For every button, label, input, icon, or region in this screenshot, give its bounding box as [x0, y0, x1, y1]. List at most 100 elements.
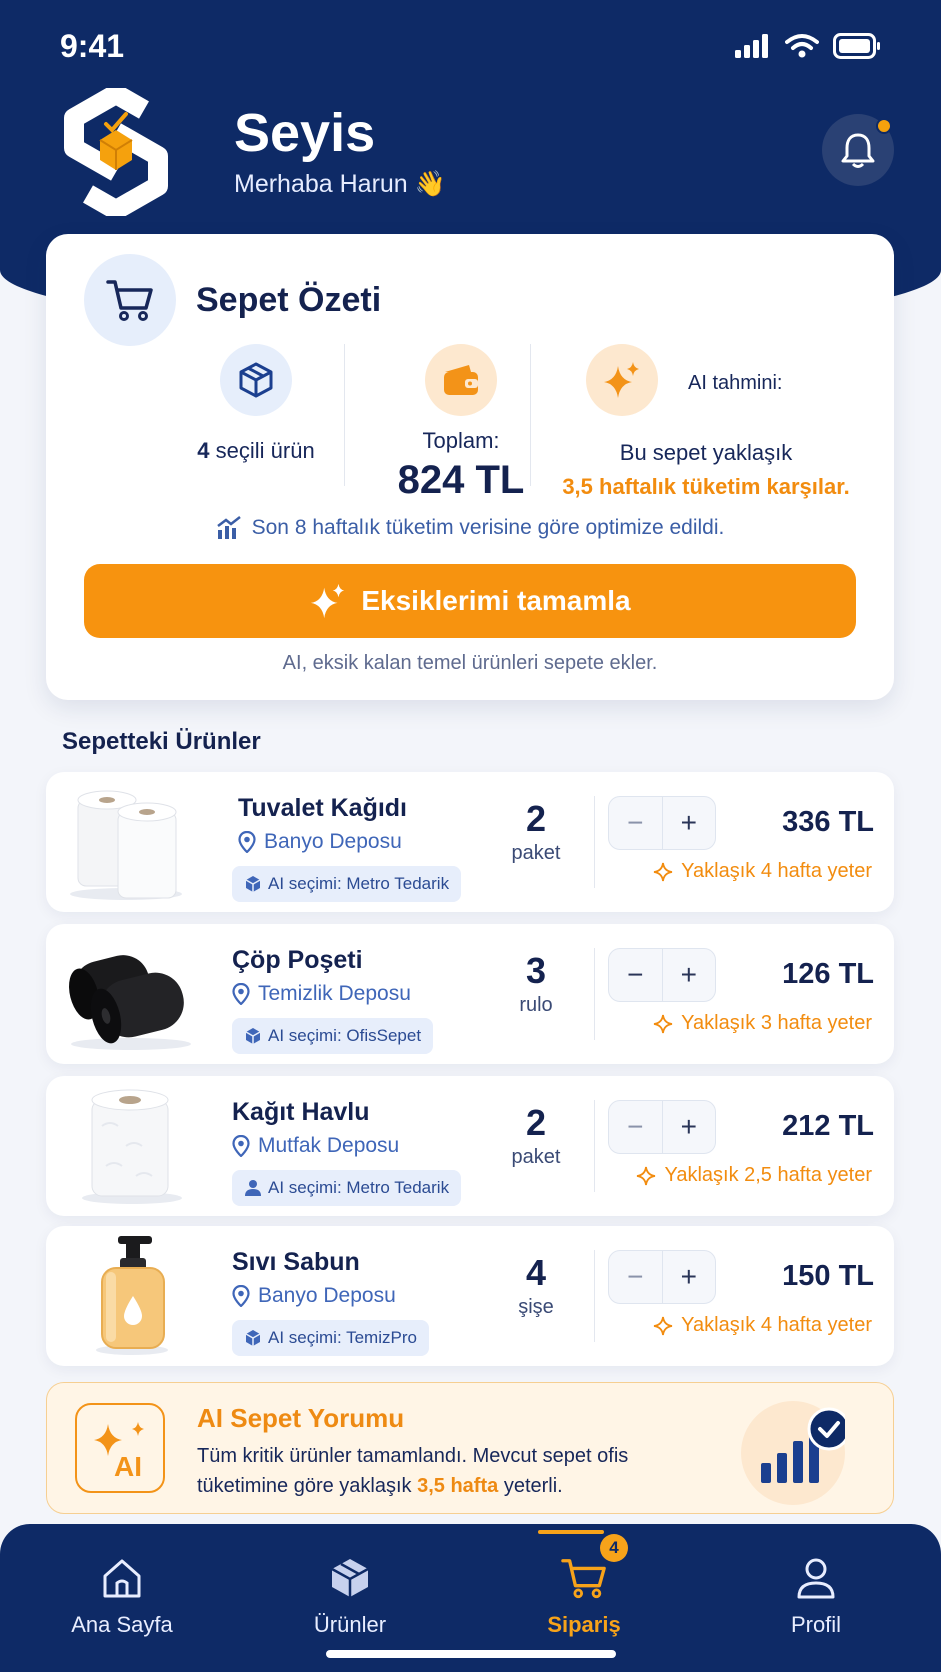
status-bar: 9:41: [60, 26, 881, 66]
box-icon: [245, 876, 261, 892]
ai-comment-text: Tüm kritik ürünler tamamlandı. Mevcut se…: [197, 1441, 697, 1501]
decrease-button[interactable]: −: [609, 1101, 663, 1153]
quantity-value: 3: [525, 950, 547, 991]
optimization-text: Son 8 haftalık tüketim verisine göre opt…: [251, 516, 725, 539]
item-eta: Yaklaşık 4 hafta yeter: [653, 1314, 872, 1337]
sparkle-icon: [654, 1316, 673, 1335]
product-name: Tuvalet Kağıdı: [238, 794, 408, 822]
decrease-button[interactable]: −: [609, 797, 663, 849]
item-eta-text: Yaklaşık 2,5 hafta yeter: [664, 1164, 872, 1186]
sparkle-icon: [311, 583, 345, 619]
quantity-value: 4: [525, 1252, 547, 1293]
product-location-text: Banyo Deposu: [264, 830, 402, 853]
item-price: 212 TL: [782, 1110, 874, 1142]
divider: [594, 948, 595, 1040]
app-logo-icon: [56, 84, 176, 220]
ai-estimate-line2: 3,5 haftalık tüketim karşılar.: [562, 474, 850, 499]
tab-profile[interactable]: Profil: [726, 1544, 906, 1638]
summary-title: Sepet Özeti: [196, 280, 382, 319]
cart-item: Tuvalet Kağıdı Banyo Deposu AI seçimi: M…: [46, 772, 894, 912]
svg-text:AI: AI: [114, 1451, 142, 1480]
brand: Seyis Merhaba Harun 👋: [56, 84, 446, 220]
tab-label: Sipariş: [547, 1612, 621, 1637]
ai-sparkle-icon: AI: [75, 1403, 165, 1493]
notifications-button[interactable]: [822, 114, 894, 186]
increase-button[interactable]: +: [663, 797, 716, 849]
quantity-unit: şişe: [518, 1296, 554, 1318]
user-icon: [245, 1180, 261, 1196]
tab-label: Ürünler: [313, 1612, 387, 1637]
tab-products[interactable]: Ürünler: [260, 1544, 440, 1638]
liquid-soap-image: [66, 1236, 196, 1356]
item-eta: Yaklaşık 2,5 hafta yeter: [636, 1164, 872, 1187]
active-tab-indicator: [538, 1530, 604, 1534]
item-price: 336 TL: [782, 806, 874, 838]
sparkle-icon: [586, 344, 658, 416]
quantity: 3 rulo: [486, 950, 586, 1017]
quantity: 2 paket: [486, 1102, 586, 1169]
quantity-value: 2: [525, 1102, 547, 1143]
divider: [594, 796, 595, 888]
location-pin-icon: [232, 983, 250, 1005]
ai-choice-text: AI seçimi: TemizPro: [268, 1328, 417, 1347]
bell-icon: [841, 133, 875, 168]
location-pin-icon: [238, 831, 256, 853]
toilet-paper-image: [66, 782, 196, 902]
location-pin-icon: [232, 1135, 250, 1157]
tab-label: Ana Sayfa: [71, 1612, 173, 1637]
tab-orders[interactable]: 4 Sipariş: [494, 1534, 674, 1638]
sparkle-icon: [654, 862, 673, 881]
ai-choice-badge: AI seçimi: TemizPro: [232, 1320, 429, 1356]
ai-comment-text-part2: yeterli.: [498, 1475, 563, 1497]
sparkle-icon: [654, 1014, 673, 1033]
status-icons: [735, 33, 881, 59]
ai-comment-highlight: 3,5 hafta: [417, 1475, 499, 1497]
ai-choice-badge: AI seçimi: Metro Tedarik: [232, 866, 462, 902]
selected-label: seçili ürün: [215, 438, 315, 463]
chart-icon: [216, 516, 241, 539]
cart-summary-card: Sepet Özeti 4 seçili ürün Toplam: 824 TL…: [46, 234, 894, 700]
item-eta-text: Yaklaşık 3 hafta yeter: [681, 1012, 872, 1034]
user-icon: [797, 1558, 835, 1599]
divider: [594, 1100, 595, 1192]
cart-count-badge: 4: [600, 1534, 628, 1562]
quantity: 4 şişe: [486, 1252, 586, 1319]
greeting: Merhaba Harun 👋: [234, 169, 446, 198]
quantity-stepper: − +: [608, 796, 716, 850]
ai-estimate-line1: Bu sepet yaklaşık: [619, 440, 793, 465]
decrease-button[interactable]: −: [609, 949, 663, 1001]
product-location-text: Mutfak Deposu: [258, 1134, 400, 1157]
increase-button[interactable]: +: [663, 1251, 716, 1303]
increase-button[interactable]: +: [663, 1101, 716, 1153]
complete-missing-button[interactable]: Eksiklerimi tamamla: [84, 564, 856, 638]
home-icon: [103, 1559, 141, 1598]
product-location: Banyo Deposu: [232, 1284, 396, 1308]
ai-estimate-label: AI tahmini:: [688, 372, 783, 394]
product-location-text: Temizlik Deposu: [258, 982, 411, 1005]
divider: [594, 1250, 595, 1342]
ai-cart-comment: AI AI Sepet Yorumu Tüm kritik ürünler ta…: [46, 1382, 894, 1514]
quantity-stepper: − +: [608, 1100, 716, 1154]
battery-icon: [833, 33, 880, 59]
cart-item: Sıvı Sabun Banyo Deposu AI seçimi: Temiz…: [46, 1226, 894, 1366]
decrease-button[interactable]: −: [609, 1251, 663, 1303]
app-name: Seyis: [234, 103, 376, 164]
quantity-value: 2: [525, 798, 547, 839]
home-indicator: [326, 1650, 616, 1658]
complete-missing-label: Eksiklerimi tamamla: [361, 585, 631, 616]
item-eta: Yaklaşık 3 hafta yeter: [653, 1012, 872, 1035]
wifi-icon: [785, 34, 819, 58]
selected-count: 4: [197, 438, 210, 463]
quantity-unit: paket: [511, 1146, 561, 1168]
box-icon: [220, 344, 292, 416]
cart-item: Kağıt Havlu Mutfak Deposu AI seçimi: Met…: [46, 1076, 894, 1216]
tab-home[interactable]: Ana Sayfa: [32, 1544, 212, 1638]
increase-button[interactable]: +: [663, 949, 716, 1001]
location-pin-icon: [232, 1285, 250, 1307]
cart-item: Çöp Poşeti Temizlik Deposu AI seçimi: Of…: [46, 924, 894, 1064]
notification-dot: [876, 118, 892, 134]
quantity-unit: rulo: [519, 994, 553, 1016]
paper-towel-image: [66, 1086, 196, 1206]
product-name: Kağıt Havlu: [232, 1098, 370, 1126]
product-name: Sıvı Sabun: [232, 1248, 360, 1276]
